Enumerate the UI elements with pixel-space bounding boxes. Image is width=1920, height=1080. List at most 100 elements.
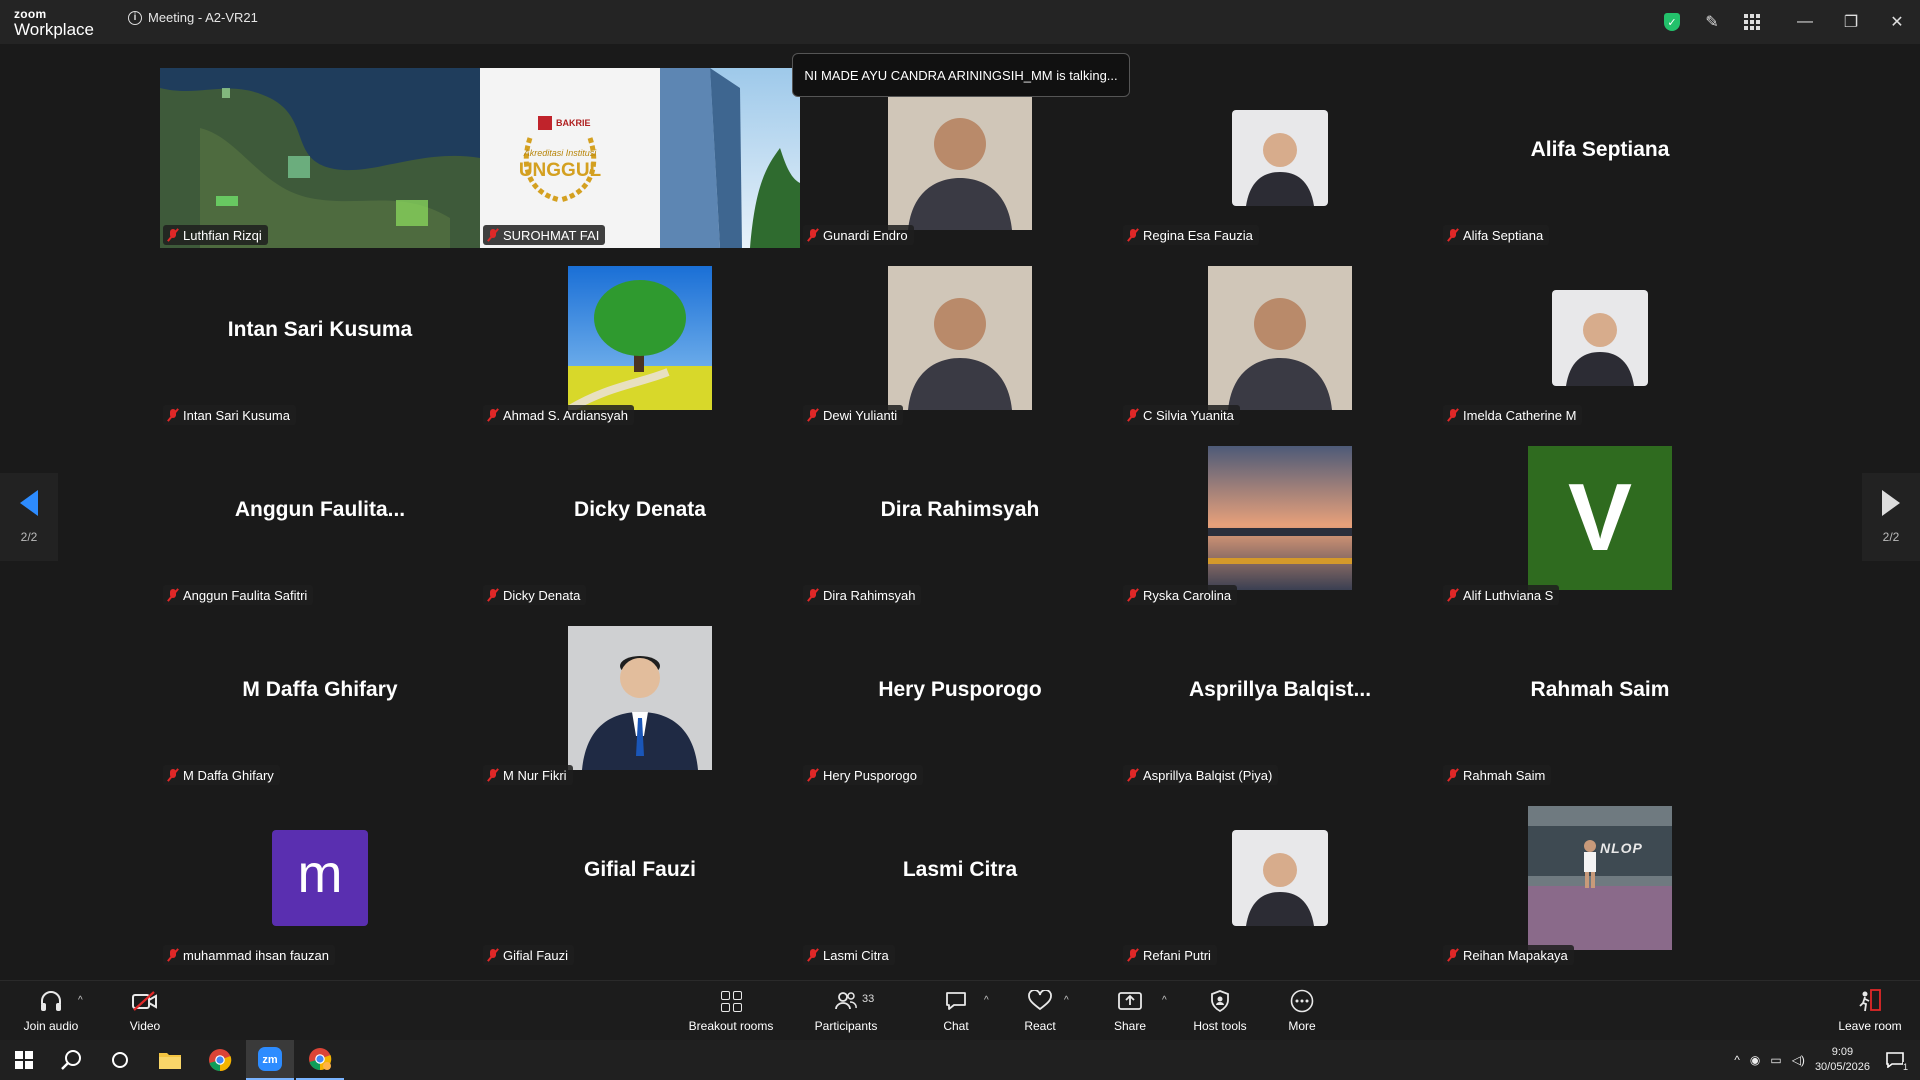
participant-tile[interactable]: Regina Esa Fauzia <box>1120 68 1440 248</box>
participant-name-tag: M Nur Fikri <box>483 765 573 785</box>
participant-tile[interactable]: Anggun Faulita... Anggun Faulita Safitri <box>160 428 480 608</box>
participant-initial-avatar: m <box>272 830 368 926</box>
participant-tile[interactable]: Rahmah Saim Rahmah Saim <box>1440 608 1760 788</box>
participant-video <box>888 86 1032 230</box>
notifications-icon[interactable]: 1 <box>1880 1045 1910 1075</box>
participant-tile[interactable]: Dicky Denata Dicky Denata <box>480 428 800 608</box>
clock-time: 9:09 <box>1831 1046 1854 1058</box>
mic-muted-icon <box>1447 948 1459 962</box>
zoom-taskbar-icon[interactable]: zm <box>246 1040 294 1080</box>
participant-tile[interactable]: Dewi Yulianti <box>800 248 1120 428</box>
participant-name: Anggun Faulita Safitri <box>183 587 308 603</box>
participant-tile[interactable]: M Daffa Ghifary M Daffa Ghifary <box>160 608 480 788</box>
participant-tile[interactable]: Imelda Catherine M <box>1440 248 1760 428</box>
task-view-icon[interactable] <box>96 1040 144 1080</box>
share-button[interactable]: Share <box>1110 981 1150 1041</box>
participant-tile[interactable]: BAKRIE Akreditasi Institusi UNGGUL SUROHMAT… <box>480 68 800 248</box>
participant-name-tag: Intan Sari Kusuma <box>163 405 296 425</box>
participant-tile[interactable]: Dira Rahimsyah Dira Rahimsyah <box>800 428 1120 608</box>
participant-name-tag: Reihan Mapakaya <box>1443 945 1574 965</box>
pencil-icon[interactable]: ✎ <box>1692 0 1732 44</box>
search-icon[interactable] <box>48 1040 96 1080</box>
next-page-button[interactable]: 2/2 <box>1862 473 1920 561</box>
restore-button[interactable]: ❐ <box>1828 0 1874 44</box>
participant-tile[interactable]: Hery Pusporogo Hery Pusporogo <box>800 608 1120 788</box>
mic-muted-icon <box>1127 588 1139 602</box>
participant-display-name: Dira Rahimsyah <box>880 498 1040 521</box>
join-audio-button[interactable]: Join audio <box>18 981 84 1041</box>
breakout-rooms-button[interactable]: Breakout rooms <box>686 981 776 1041</box>
participant-display-name: Rahmah Saim <box>1530 678 1670 701</box>
participant-tile[interactable]: C Silvia Yuanita <box>1120 248 1440 428</box>
participant-display-name: Lasmi Citra <box>902 858 1018 881</box>
participant-name-tag: Lasmi Citra <box>803 945 895 965</box>
location-icon[interactable]: ◉ <box>1750 1053 1760 1067</box>
participant-name-tag: Luthfian Rizqi <box>163 225 268 245</box>
more-button[interactable]: More <box>1284 981 1320 1041</box>
participant-display-name: Anggun Faulita... <box>234 498 406 521</box>
join-audio-label: Join audio <box>23 1019 79 1033</box>
meeting-toolbar: Join audio ^ Video Breakout rooms Partic… <box>0 980 1920 1040</box>
participant-name: Ahmad S. Ardiansyah <box>503 407 629 423</box>
file-explorer-icon[interactable] <box>146 1040 194 1080</box>
close-button[interactable]: ✕ <box>1874 0 1920 44</box>
chat-label: Chat <box>943 1019 969 1033</box>
participant-tile[interactable]: Lasmi Citra Lasmi Citra <box>800 788 1120 968</box>
participant-tile[interactable]: Alifa Septiana Alifa Septiana <box>1440 68 1760 248</box>
chat-options-caret-icon[interactable]: ^ <box>984 995 989 1006</box>
participant-tile[interactable]: Ryska Carolina <box>1120 428 1440 608</box>
participant-name-tag: Refani Putri <box>1123 945 1217 965</box>
participant-tile[interactable]: Ahmad S. Ardiansyah <box>480 248 800 428</box>
share-options-caret-icon[interactable]: ^ <box>1162 995 1167 1006</box>
system-clock[interactable]: 9:09 30/05/2026 <box>1815 1045 1870 1075</box>
chevron-up-icon[interactable]: ^ <box>1734 1053 1740 1067</box>
participant-name: SUROHMAT FAI <box>503 227 600 243</box>
participant-name-tag: Alifa Septiana <box>1443 225 1550 245</box>
host-tools-button[interactable]: Host tools <box>1190 981 1250 1041</box>
chrome-active-icon[interactable] <box>296 1040 344 1080</box>
participant-tile[interactable]: Refani Putri <box>1120 788 1440 968</box>
chrome-icon[interactable] <box>196 1040 244 1080</box>
react-button[interactable]: React <box>1020 981 1060 1041</box>
participant-name-tag: M Daffa Ghifary <box>163 765 280 785</box>
encryption-shield-icon[interactable]: ✓ <box>1652 0 1692 44</box>
participant-tile[interactable]: V Alif Luthviana S <box>1440 428 1760 608</box>
sunset-video-feed <box>1208 446 1352 590</box>
participant-tile[interactable]: Intan Sari Kusuma Intan Sari Kusuma <box>160 248 480 428</box>
brand-bottom: Workplace <box>14 20 94 39</box>
participant-name-tag: Gifial Fauzi <box>483 945 575 965</box>
video-button[interactable]: Video <box>120 981 170 1041</box>
participant-name-tag: Asprillya Balqist (Piya) <box>1123 765 1279 785</box>
meeting-info[interactable]: i Meeting - A2-VR21 <box>128 10 258 25</box>
audio-options-caret-icon[interactable]: ^ <box>78 995 83 1006</box>
minimize-button[interactable]: — <box>1782 0 1828 44</box>
talking-text: NI MADE AYU CANDRA ARININGSIH_MM is talk… <box>804 67 1118 83</box>
participant-tile[interactable]: Gifial Fauzi Gifial Fauzi <box>480 788 800 968</box>
participants-count: 33 <box>862 993 875 1005</box>
windows-start-icon[interactable] <box>0 1040 48 1080</box>
previous-page-button[interactable]: 2/2 <box>0 473 58 561</box>
participant-display-name: Alifa Septiana <box>1530 138 1670 161</box>
leave-room-button[interactable]: Leave room <box>1836 981 1904 1041</box>
participant-tile[interactable]: M Nur Fikri <box>480 608 800 788</box>
participant-tile[interactable]: m muhammad ihsan fauzan <box>160 788 480 968</box>
participant-tile[interactable]: NLOP Reihan Mapakaya <box>1440 788 1760 968</box>
network-icon[interactable]: ▭ <box>1770 1053 1781 1067</box>
participants-button[interactable]: Participants <box>812 981 880 1041</box>
participant-tile[interactable]: Asprillya Balqist... Asprillya Balqist (P… <box>1120 608 1440 788</box>
participant-name-tag: Gunardi Endro <box>803 225 914 245</box>
participant-name: Asprillya Balqist (Piya) <box>1143 767 1273 783</box>
speaker-icon[interactable]: ◁) <box>1792 1053 1805 1067</box>
participant-tile[interactable]: Luthfian Rizqi <box>160 68 480 248</box>
active-speaker-banner: NI MADE AYU CANDRA ARININGSIH_MM is talk… <box>792 53 1130 97</box>
info-icon[interactable]: i <box>128 10 142 25</box>
apps-grid-icon[interactable] <box>1732 0 1772 44</box>
participant-avatar <box>1232 110 1328 206</box>
university-banner-feed <box>480 68 800 248</box>
react-options-caret-icon[interactable]: ^ <box>1064 995 1069 1006</box>
chat-button[interactable]: Chat <box>938 981 974 1041</box>
host-tools-label: Host tools <box>1193 1019 1247 1033</box>
participant-name-tag: Rahmah Saim <box>1443 765 1552 785</box>
share-screen-icon <box>1118 989 1142 1013</box>
participant-name: Rahmah Saim <box>1463 767 1546 783</box>
